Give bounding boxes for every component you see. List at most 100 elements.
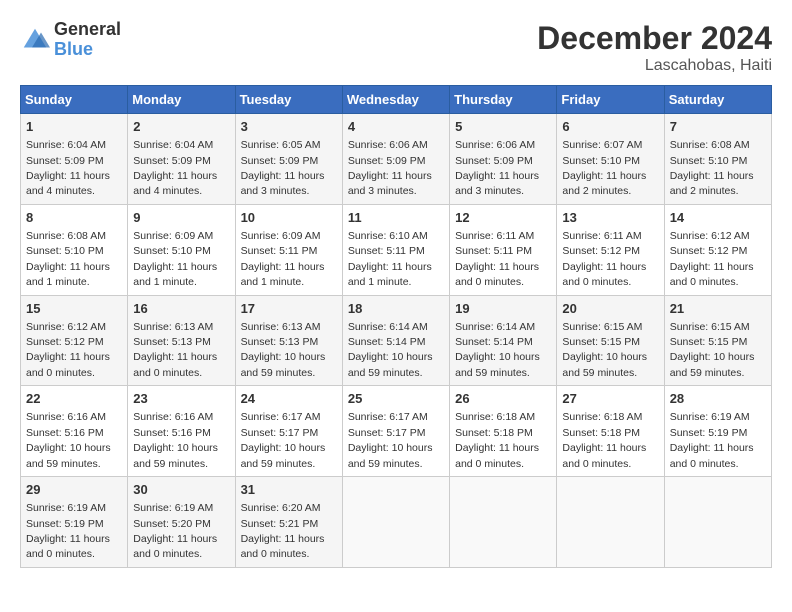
day-info: Sunrise: 6:08 AMSunset: 5:10 PMDaylight:… bbox=[26, 230, 110, 288]
day-number: 14 bbox=[670, 209, 766, 227]
day-number: 28 bbox=[670, 390, 766, 408]
logo-icon bbox=[20, 25, 50, 55]
calendar-cell: 24 Sunrise: 6:17 AMSunset: 5:17 PMDayligh… bbox=[235, 386, 342, 477]
day-number: 3 bbox=[241, 118, 337, 136]
day-number: 23 bbox=[133, 390, 229, 408]
calendar-cell bbox=[664, 477, 771, 568]
day-info: Sunrise: 6:18 AMSunset: 5:18 PMDaylight:… bbox=[562, 411, 646, 469]
day-number: 17 bbox=[241, 300, 337, 318]
weekday-header-row: SundayMondayTuesdayWednesdayThursdayFrid… bbox=[21, 86, 772, 114]
day-number: 24 bbox=[241, 390, 337, 408]
calendar-cell: 7Sunrise: 6:08 AMSunset: 5:10 PMDaylight… bbox=[664, 114, 771, 205]
day-info: Sunrise: 6:05 AMSunset: 5:09 PMDaylight:… bbox=[241, 139, 325, 197]
calendar-subtitle: Lascahobas, Haiti bbox=[537, 57, 772, 75]
calendar-cell: 10 Sunrise: 6:09 AMSunset: 5:11 PMDayligh… bbox=[235, 204, 342, 295]
calendar-cell: 17Sunrise: 6:13 AMSunset: 5:13 PMDayligh… bbox=[235, 295, 342, 386]
day-number: 4 bbox=[348, 118, 444, 136]
day-info: Sunrise: 6:13 AMSunset: 5:13 PMDaylight:… bbox=[133, 321, 217, 379]
weekday-header-thursday: Thursday bbox=[450, 86, 557, 114]
weekday-header-tuesday: Tuesday bbox=[235, 86, 342, 114]
day-number: 18 bbox=[348, 300, 444, 318]
calendar-cell: 18 Sunrise: 6:14 AMSunset: 5:14 PMDayligh… bbox=[342, 295, 449, 386]
calendar-cell: 20 Sunrise: 6:15 AMSunset: 5:15 PMDayligh… bbox=[557, 295, 664, 386]
logo-general-text: General bbox=[54, 20, 121, 40]
calendar-cell: 3 Sunrise: 6:05 AMSunset: 5:09 PMDaylight… bbox=[235, 114, 342, 205]
day-info: Sunrise: 6:11 AMSunset: 5:12 PMDaylight:… bbox=[562, 230, 646, 288]
day-number: 9 bbox=[133, 209, 229, 227]
calendar-cell: 30 Sunrise: 6:19 AMSunset: 5:20 PMDayligh… bbox=[128, 477, 235, 568]
day-number: 15 bbox=[26, 300, 122, 318]
day-number: 31 bbox=[241, 481, 337, 499]
calendar-cell bbox=[450, 477, 557, 568]
calendar-cell: 31Sunrise: 6:20 AMSunset: 5:21 PMDayligh… bbox=[235, 477, 342, 568]
calendar-cell: 2 Sunrise: 6:04 AMSunset: 5:09 PMDaylight… bbox=[128, 114, 235, 205]
calendar-cell: 15 Sunrise: 6:12 AMSunset: 5:12 PMDayligh… bbox=[21, 295, 128, 386]
weekday-header-friday: Friday bbox=[557, 86, 664, 114]
day-info: Sunrise: 6:17 AMSunset: 5:17 PMDaylight:… bbox=[241, 411, 326, 469]
day-number: 12 bbox=[455, 209, 551, 227]
calendar-title: December 2024 bbox=[537, 20, 772, 57]
calendar-week-row: 15 Sunrise: 6:12 AMSunset: 5:12 PMDayligh… bbox=[21, 295, 772, 386]
day-number: 13 bbox=[562, 209, 658, 227]
day-info: Sunrise: 6:09 AMSunset: 5:11 PMDaylight:… bbox=[241, 230, 325, 288]
day-info: Sunrise: 6:06 AMSunset: 5:09 PMDaylight:… bbox=[455, 139, 539, 197]
day-number: 26 bbox=[455, 390, 551, 408]
calendar-week-row: 1 Sunrise: 6:04 AMSunset: 5:09 PMDaylight… bbox=[21, 114, 772, 205]
day-info: Sunrise: 6:15 AMSunset: 5:15 PMDaylight:… bbox=[562, 321, 647, 379]
calendar-cell: 11 Sunrise: 6:10 AMSunset: 5:11 PMDayligh… bbox=[342, 204, 449, 295]
day-info: Sunrise: 6:06 AMSunset: 5:09 PMDaylight:… bbox=[348, 139, 432, 197]
day-info: Sunrise: 6:09 AMSunset: 5:10 PMDaylight:… bbox=[133, 230, 217, 288]
calendar-cell: 25Sunrise: 6:17 AMSunset: 5:17 PMDayligh… bbox=[342, 386, 449, 477]
logo: General Blue bbox=[20, 20, 121, 60]
calendar-cell: 29Sunrise: 6:19 AMSunset: 5:19 PMDayligh… bbox=[21, 477, 128, 568]
day-info: Sunrise: 6:19 AMSunset: 5:19 PMDaylight:… bbox=[26, 502, 110, 560]
day-info: Sunrise: 6:14 AMSunset: 5:14 PMDaylight:… bbox=[348, 321, 433, 379]
day-info: Sunrise: 6:12 AMSunset: 5:12 PMDaylight:… bbox=[26, 321, 110, 379]
calendar-cell bbox=[342, 477, 449, 568]
calendar-cell: 14Sunrise: 6:12 AMSunset: 5:12 PMDayligh… bbox=[664, 204, 771, 295]
day-number: 2 bbox=[133, 118, 229, 136]
day-number: 25 bbox=[348, 390, 444, 408]
calendar-cell bbox=[557, 477, 664, 568]
day-number: 11 bbox=[348, 209, 444, 227]
day-number: 10 bbox=[241, 209, 337, 227]
day-info: Sunrise: 6:16 AMSunset: 5:16 PMDaylight:… bbox=[26, 411, 111, 469]
day-info: Sunrise: 6:14 AMSunset: 5:14 PMDaylight:… bbox=[455, 321, 540, 379]
weekday-header-wednesday: Wednesday bbox=[342, 86, 449, 114]
calendar-cell: 23Sunrise: 6:16 AMSunset: 5:16 PMDayligh… bbox=[128, 386, 235, 477]
day-number: 8 bbox=[26, 209, 122, 227]
calendar-cell: 22Sunrise: 6:16 AMSunset: 5:16 PMDayligh… bbox=[21, 386, 128, 477]
calendar-cell: 28 Sunrise: 6:19 AMSunset: 5:19 PMDayligh… bbox=[664, 386, 771, 477]
day-number: 6 bbox=[562, 118, 658, 136]
day-info: Sunrise: 6:04 AMSunset: 5:09 PMDaylight:… bbox=[133, 139, 217, 197]
calendar-cell: 6 Sunrise: 6:07 AMSunset: 5:10 PMDaylight… bbox=[557, 114, 664, 205]
day-info: Sunrise: 6:04 AMSunset: 5:09 PMDaylight:… bbox=[26, 139, 110, 197]
calendar-week-row: 8 Sunrise: 6:08 AMSunset: 5:10 PMDaylight… bbox=[21, 204, 772, 295]
day-info: Sunrise: 6:19 AMSunset: 5:20 PMDaylight:… bbox=[133, 502, 217, 560]
calendar-cell: 27 Sunrise: 6:18 AMSunset: 5:18 PMDayligh… bbox=[557, 386, 664, 477]
calendar-cell: 21Sunrise: 6:15 AMSunset: 5:15 PMDayligh… bbox=[664, 295, 771, 386]
day-info: Sunrise: 6:08 AMSunset: 5:10 PMDaylight:… bbox=[670, 139, 754, 197]
day-number: 21 bbox=[670, 300, 766, 318]
page-header: General Blue December 2024 Lascahobas, H… bbox=[20, 20, 772, 75]
day-info: Sunrise: 6:19 AMSunset: 5:19 PMDaylight:… bbox=[670, 411, 754, 469]
calendar-cell: 12 Sunrise: 6:11 AMSunset: 5:11 PMDayligh… bbox=[450, 204, 557, 295]
day-number: 16 bbox=[133, 300, 229, 318]
calendar-cell: 26 Sunrise: 6:18 AMSunset: 5:18 PMDayligh… bbox=[450, 386, 557, 477]
day-number: 5 bbox=[455, 118, 551, 136]
day-info: Sunrise: 6:18 AMSunset: 5:18 PMDaylight:… bbox=[455, 411, 539, 469]
calendar-cell: 9 Sunrise: 6:09 AMSunset: 5:10 PMDaylight… bbox=[128, 204, 235, 295]
calendar-cell: 4 Sunrise: 6:06 AMSunset: 5:09 PMDaylight… bbox=[342, 114, 449, 205]
day-number: 1 bbox=[26, 118, 122, 136]
calendar-cell: 1 Sunrise: 6:04 AMSunset: 5:09 PMDaylight… bbox=[21, 114, 128, 205]
weekday-header-sunday: Sunday bbox=[21, 86, 128, 114]
calendar-cell: 5 Sunrise: 6:06 AMSunset: 5:09 PMDaylight… bbox=[450, 114, 557, 205]
day-number: 20 bbox=[562, 300, 658, 318]
day-number: 27 bbox=[562, 390, 658, 408]
day-info: Sunrise: 6:07 AMSunset: 5:10 PMDaylight:… bbox=[562, 139, 646, 197]
calendar-week-row: 22Sunrise: 6:16 AMSunset: 5:16 PMDayligh… bbox=[21, 386, 772, 477]
day-info: Sunrise: 6:10 AMSunset: 5:11 PMDaylight:… bbox=[348, 230, 432, 288]
calendar-cell: 19Sunrise: 6:14 AMSunset: 5:14 PMDayligh… bbox=[450, 295, 557, 386]
day-number: 30 bbox=[133, 481, 229, 499]
day-info: Sunrise: 6:11 AMSunset: 5:11 PMDaylight:… bbox=[455, 230, 539, 288]
